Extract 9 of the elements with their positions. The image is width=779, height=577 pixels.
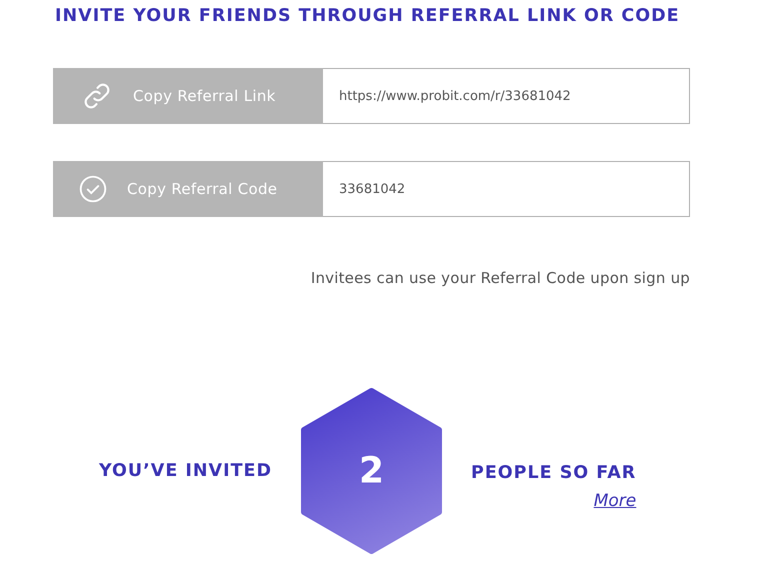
section-heading: INVITE YOUR FRIENDS THROUGH REFERRAL LINK OR CODE	[55, 6, 681, 26]
people-label: PEOPLE SO FAR	[471, 463, 636, 483]
hint-text: Invitees can use your Referral Code upon sign up	[310, 269, 690, 287]
more-link[interactable]: More	[594, 491, 636, 511]
referral-field[interactable]: https://www.probit.com/r/33681042	[323, 68, 690, 124]
referral-field[interactable]: 33681042	[323, 161, 690, 217]
check-circle-icon	[79, 175, 107, 203]
invited-label: YOU’VE INVITED	[99, 461, 272, 481]
invite-count: 2	[358, 450, 386, 492]
